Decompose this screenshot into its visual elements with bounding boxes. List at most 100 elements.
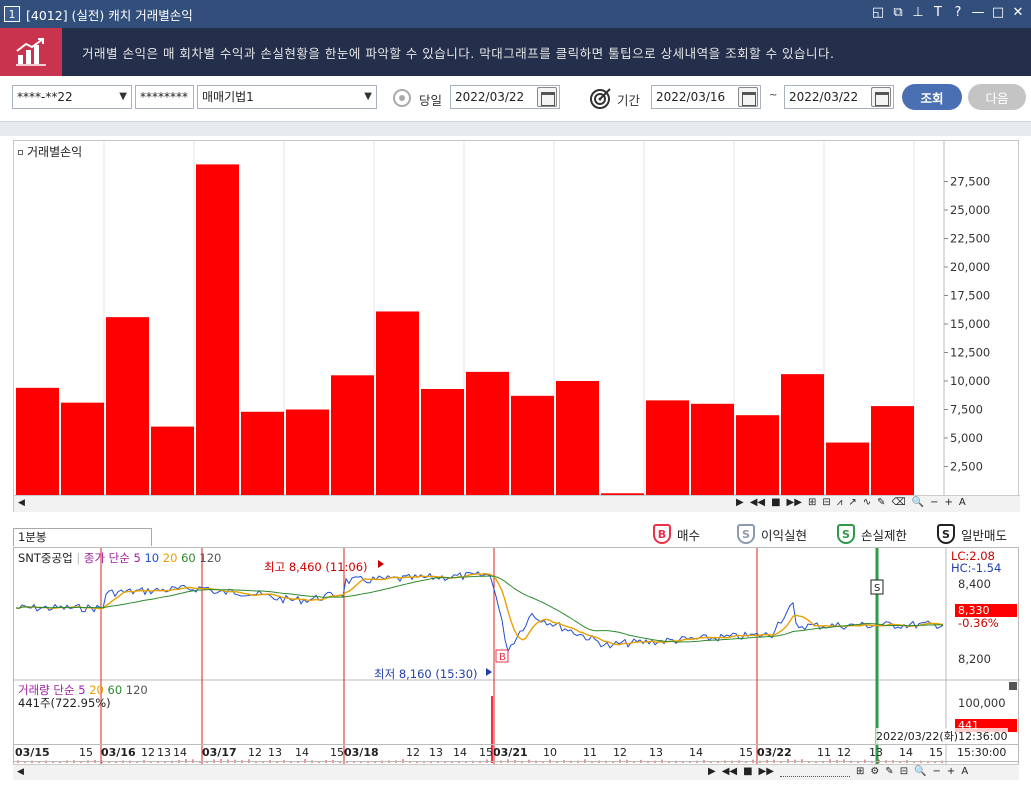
calendar-icon[interactable] <box>871 87 891 107</box>
profit-bar[interactable] <box>196 164 239 495</box>
profit-bar[interactable] <box>106 317 149 495</box>
maximize-button[interactable]: □ <box>991 5 1005 20</box>
zoom-in-icon[interactable]: + <box>945 497 953 508</box>
bar-chart-title-text: 거래별손익 <box>27 145 83 159</box>
draw-icon[interactable]: ✎ <box>877 497 885 508</box>
x-tick-label: 12 <box>406 746 420 759</box>
price-line <box>15 571 944 653</box>
zoom-in-icon[interactable]: + <box>947 766 955 777</box>
profit-bar[interactable] <box>421 388 464 495</box>
wave-icon[interactable]: ∿ <box>863 497 871 508</box>
target-icon[interactable] <box>590 87 612 112</box>
profit-bar[interactable] <box>781 374 824 495</box>
y-tick-label: 2,500 <box>950 460 983 474</box>
low-label: 최저 8,160 (15:30) <box>374 667 478 681</box>
profit-bar[interactable] <box>556 381 599 495</box>
eraser-icon[interactable]: ⌫ <box>892 497 906 508</box>
to-date-value: 2022/03/22 <box>789 90 859 104</box>
grid-icon[interactable]: ⊞ <box>856 766 864 777</box>
sell-shield-icon: S <box>937 524 955 544</box>
scroll-right-icon[interactable]: ▶ <box>736 497 744 508</box>
font-icon[interactable]: A <box>959 497 966 508</box>
tile-icon[interactable]: ⧉ <box>891 5 905 20</box>
candle-scrollbar[interactable]: ◀ ▶ ◀◀ ■ ▶▶ ⊞ ⚙ ✎ ⊟ 🔍 − + A <box>13 764 1019 780</box>
password-field[interactable]: ******** <box>135 85 194 109</box>
profit-bar[interactable] <box>826 442 869 495</box>
password-value: ******** <box>140 90 188 104</box>
scroll-right-icon[interactable]: ▶ <box>708 766 716 777</box>
trend-icon[interactable]: ↗ <box>848 497 856 508</box>
fast-forward-icon[interactable]: ▶▶ <box>759 766 774 777</box>
calendar-icon[interactable] <box>537 87 557 107</box>
profit-bar[interactable] <box>331 375 374 495</box>
profit-bar[interactable] <box>691 403 734 495</box>
split-icon[interactable]: ⊟ <box>822 497 830 508</box>
next-button[interactable]: 다음 <box>968 84 1026 110</box>
legend-profit: S 이익실현 <box>737 524 807 544</box>
profit-bar[interactable] <box>241 411 284 495</box>
settings-icon[interactable]: ⚙ <box>870 766 879 777</box>
minimize-button[interactable]: — <box>971 5 985 20</box>
split-icon[interactable]: ⊟ <box>900 766 908 777</box>
interval-tab[interactable]: 1분봉 <box>13 528 152 546</box>
font-size-icon[interactable]: T <box>931 5 945 20</box>
x-tick-label: 14 <box>899 746 913 759</box>
draw-icon[interactable]: ✎ <box>885 766 893 777</box>
profit-bar[interactable] <box>646 400 689 495</box>
range-slider[interactable] <box>779 766 850 777</box>
rewind-icon[interactable]: ◀◀ <box>722 766 737 777</box>
day-label: 당일 <box>419 93 443 108</box>
x-tick-label: 15 <box>739 746 753 759</box>
account-select[interactable]: ****-**22 ▼ <box>12 85 132 109</box>
x-tick-label: 03/15 <box>15 746 50 759</box>
profit-bar[interactable] <box>376 311 419 495</box>
stop-icon[interactable]: ■ <box>771 497 780 508</box>
profit-bar[interactable] <box>736 415 779 495</box>
zoom-icon[interactable]: 🔍 <box>914 766 926 777</box>
zoom-out-icon[interactable]: − <box>933 766 941 777</box>
calendar-icon[interactable] <box>738 87 758 107</box>
low-arrow-icon <box>486 668 492 676</box>
high-arrow-icon <box>378 560 384 568</box>
fast-forward-icon[interactable]: ▶▶ <box>787 497 802 508</box>
close-button[interactable]: ✕ <box>1011 5 1025 20</box>
line-tool-icon[interactable]: ⩘ <box>837 497 843 508</box>
zoom-icon[interactable]: 🔍 <box>912 497 924 508</box>
y-tick-label: 27,500 <box>950 175 990 189</box>
query-button[interactable]: 조회 <box>902 84 962 110</box>
zoom-out-icon[interactable]: − <box>930 497 938 508</box>
profit-bar[interactable] <box>61 402 104 495</box>
period-label: 기간 <box>617 93 641 108</box>
profit-bar[interactable] <box>871 406 914 495</box>
candle-plot[interactable]: BS SNT중공업 | 종가 단순 5 10 20 60 120 최고 8,46… <box>13 547 1020 768</box>
price-tick-8200: 8,200 <box>958 652 991 666</box>
bar-chart-svg[interactable]: 2,500 5,000 7,500 10,000 12,500 15,000 17,500 2… <box>14 141 1020 513</box>
day-radio-icon[interactable] <box>393 89 411 107</box>
scroll-left-icon[interactable]: ◀ <box>17 767 24 777</box>
panel-toggle-icon[interactable] <box>1009 682 1017 690</box>
profit-bar[interactable] <box>466 371 509 495</box>
scroll-left-icon[interactable]: ◀ <box>18 498 25 508</box>
profit-bar[interactable] <box>151 426 194 495</box>
x-tick-label: 12 <box>837 746 851 759</box>
font-icon[interactable]: A <box>961 766 968 777</box>
y-tick-label: 17,500 <box>950 289 990 303</box>
x-tick-label: 14 <box>173 746 187 759</box>
ma-long-line <box>15 575 944 643</box>
high-label: 최고 8,460 (11:06) <box>264 560 368 574</box>
profit-bar[interactable] <box>16 387 59 495</box>
profit-bar[interactable] <box>286 409 329 496</box>
profit-bar[interactable] <box>511 395 554 495</box>
x-tick-label: 03/16 <box>101 746 136 759</box>
bar-chart-scrollbar[interactable]: ◀ ▶ ◀◀ ■ ▶▶ ⊞ ⊟ ⩘ ↗ ∿ ✎ ⌫ 🔍 − + A <box>14 495 1020 512</box>
strategy-select[interactable]: 매매기법1 ▼ <box>197 85 377 109</box>
stop-icon[interactable]: ■ <box>743 766 752 777</box>
price-tick-8400: 8,400 <box>958 577 991 591</box>
pin-icon[interactable]: ⊥ <box>911 5 925 20</box>
restore-layout-icon[interactable]: ◱ <box>871 5 885 20</box>
query-toolbar: ****-**22 ▼ ******** 매매기법1 ▼ 당일 2022/03/… <box>0 76 1031 122</box>
rewind-icon[interactable]: ◀◀ <box>750 497 765 508</box>
bar-chart-title: 거래별손익 <box>18 143 82 160</box>
help-icon[interactable]: ? <box>951 5 965 20</box>
grid-icon[interactable]: ⊞ <box>808 497 816 508</box>
